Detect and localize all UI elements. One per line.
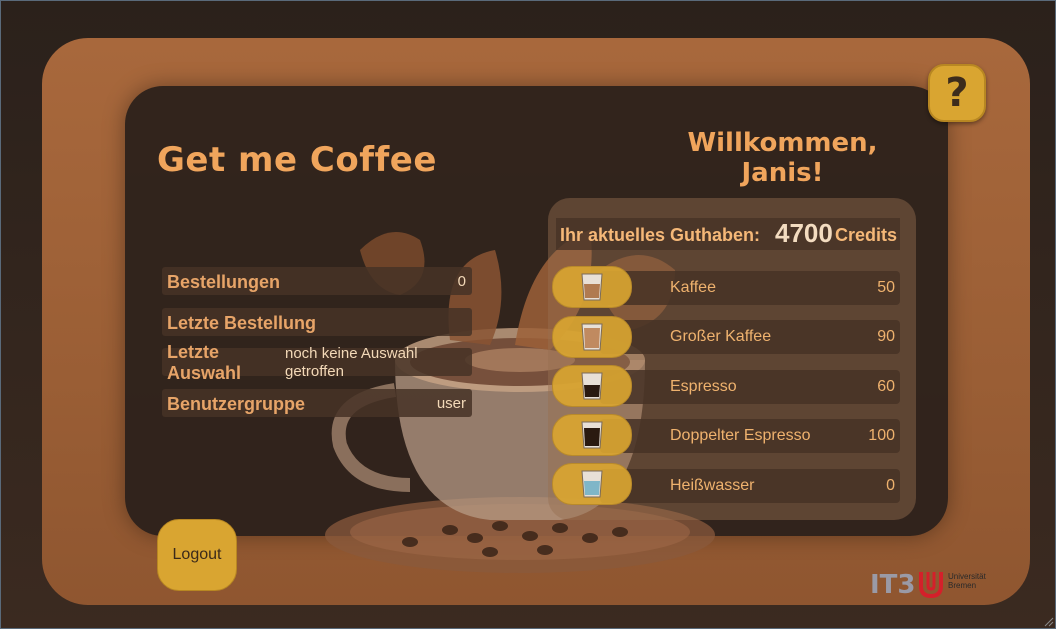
order-heisswasser-button[interactable] [552,463,632,505]
logout-label: Logout [172,546,222,563]
info-row-last-order: Letzte Bestellung [162,308,472,336]
university-logo: IT3 Universität Bremen [870,568,990,600]
double-espresso-glass-icon [581,421,603,449]
uni-bremen-logo-icon [919,572,943,598]
resize-grip-icon[interactable] [1042,615,1054,627]
info-row-orders: Bestellungen 0 [162,267,472,295]
balance-unit: Credits [835,225,898,245]
info-label: Letzte Auswahl [167,342,242,383]
beverage-row-doppelter-espresso: Doppelter Espresso 100 [600,419,900,453]
beverage-name: Kaffee [670,279,716,296]
beverage-row-espresso: Espresso 60 [600,370,900,404]
order-doppelter-espresso-button[interactable] [552,414,632,456]
beverage-price: 0 [886,477,895,494]
info-label: Benutzergruppe [167,394,306,414]
balance-prefix: Ihr aktuelles Guthaben: [560,225,761,245]
balance-line: Ihr aktuelles Guthaben: 4700 Credits [556,218,900,250]
beverage-name: Großer Kaffee [670,328,772,345]
beverage-name: Doppelter Espresso [670,427,811,444]
info-label: Bestellungen [167,272,281,292]
beverage-row-grosser-kaffee: Großer Kaffee 90 [600,320,900,354]
coffee-glass-icon [581,273,603,301]
beverage-price: 60 [877,378,895,395]
beverage-name: Heißwasser [670,477,755,494]
info-value: user [436,395,466,412]
order-grosser-kaffee-button[interactable] [552,316,632,358]
beverage-price: 50 [877,279,895,296]
uni-name-line1: Universität [948,572,986,581]
info-row-last-choice: Letzte Auswahl noch keine Auswahl getrof… [162,342,472,383]
uni-name-line2: Bremen [948,581,977,590]
help-button[interactable]: ? [928,64,986,122]
info-label: Letzte Bestellung [167,313,317,333]
beverage-row-heisswasser: Heißwasser 0 [600,469,900,503]
beverage-row-kaffee: Kaffee 50 [600,271,900,305]
espresso-glass-icon [581,372,603,400]
hot-water-glass-icon [581,470,603,498]
info-row-user-group: Benutzergruppe user [162,389,472,417]
beverage-price: 90 [877,328,895,345]
order-kaffee-button[interactable] [552,266,632,308]
welcome-text: Willkommen, Janis! [687,128,878,188]
order-espresso-button[interactable] [552,365,632,407]
info-value: 0 [457,273,466,290]
help-label: ? [945,70,969,116]
logout-button[interactable]: Logout [157,519,237,591]
large-coffee-glass-icon [581,323,603,351]
beverage-name: Espresso [670,378,737,395]
beverage-price: 100 [868,427,895,444]
info-value: noch keine Auswahl getroffen [285,345,418,380]
app-title: Get me Coffee [157,140,437,180]
it3-logo-text: IT3 [870,570,916,600]
balance-amount: 4700 [775,218,833,248]
